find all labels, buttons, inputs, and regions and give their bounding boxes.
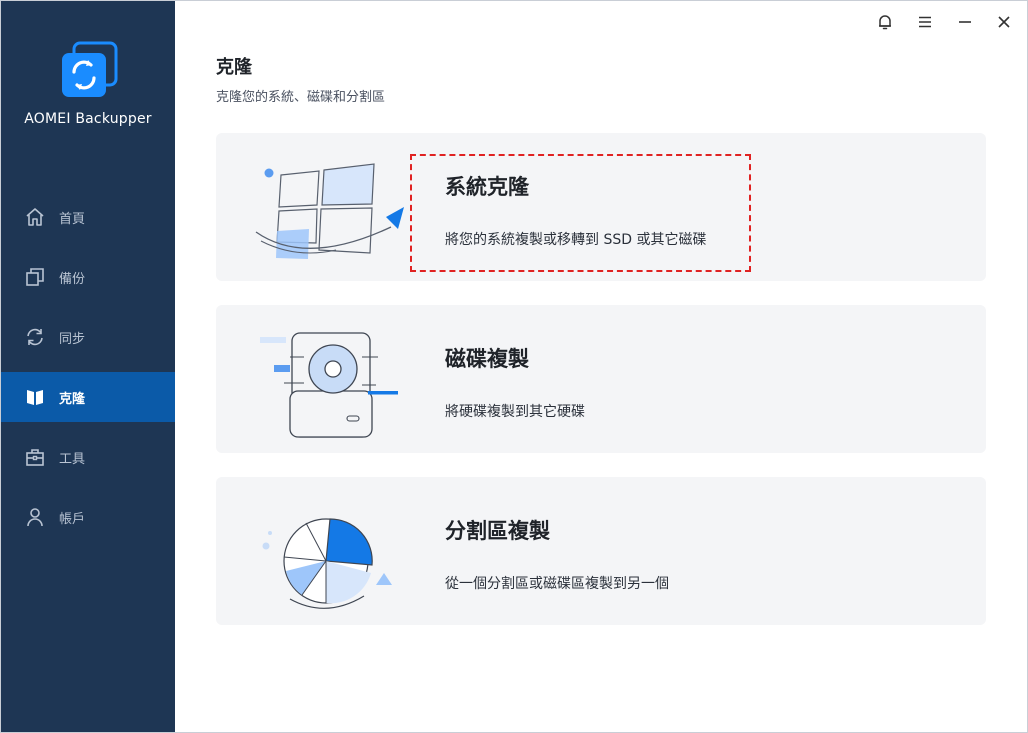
card-description: 從一個分割區或磁碟區複製到另一個 [445,576,669,592]
backup-icon [26,268,44,286]
sidebar: AOMEI Backupper 首頁 備份 同步 克隆 工具 帳戶 [1,1,175,732]
sidebar-item-sync[interactable]: 同步 [1,312,175,362]
home-icon [26,208,44,226]
notification-button[interactable] [873,11,897,33]
minimize-button[interactable] [953,11,977,33]
sync-icon [27,328,43,346]
partition-clone-card[interactable]: 分割區複製 從一個分割區或磁碟區複製到另一個 [216,477,986,625]
sidebar-item-home[interactable]: 首頁 [1,192,175,242]
sidebar-item-label: 工具 [59,452,86,467]
clone-icon [27,390,43,405]
minimize-icon [959,21,971,23]
sidebar-item-backup[interactable]: 備份 [1,252,175,302]
close-button[interactable] [992,11,1016,33]
app-window: AOMEI Backupper 首頁 備份 同步 克隆 工具 帳戶 克隆 克隆您… [0,0,1028,733]
sidebar-item-label: 克隆 [59,392,86,407]
menu-button[interactable] [913,11,937,33]
sidebar-item-tools[interactable]: 工具 [1,432,175,482]
partition-clone-illustration [262,518,392,609]
bell-icon [879,15,891,30]
close-icon [998,16,1010,28]
sidebar-item-clone[interactable]: 克隆 [1,372,175,422]
sidebar-item-label: 首頁 [59,212,86,227]
tools-icon [26,449,44,466]
disk-clone-illustration [260,332,398,438]
page-subtitle: 克隆您的系統、磁碟和分割區 [216,90,386,105]
page-title: 克隆 [216,57,252,78]
sidebar-item-account[interactable]: 帳戶 [1,492,175,542]
system-clone-card[interactable]: 系統克隆 將您的系統複製或移轉到 SSD 或其它磁碟 [216,133,986,281]
sidebar-item-label: 同步 [59,332,86,347]
app-name: AOMEI Backupper [24,111,152,127]
disk-clone-card[interactable]: 磁碟複製 將硬碟複製到其它硬碟 [216,305,986,453]
card-title: 分割區複製 [445,519,550,543]
sidebar-item-label: 帳戶 [59,512,86,527]
sidebar-item-label: 備份 [59,272,86,287]
app-logo-icon [62,41,118,97]
sidebar-nav: 首頁 備份 同步 克隆 工具 帳戶 [1,192,175,552]
user-icon [27,508,43,527]
menu-icon [919,16,931,28]
card-title: 磁碟複製 [445,347,529,371]
card-description: 將硬碟複製到其它硬碟 [445,404,585,420]
card-title: 系統克隆 [445,175,529,199]
card-description: 將您的系統複製或移轉到 SSD 或其它磁碟 [445,232,707,248]
system-clone-illustration [255,163,404,259]
